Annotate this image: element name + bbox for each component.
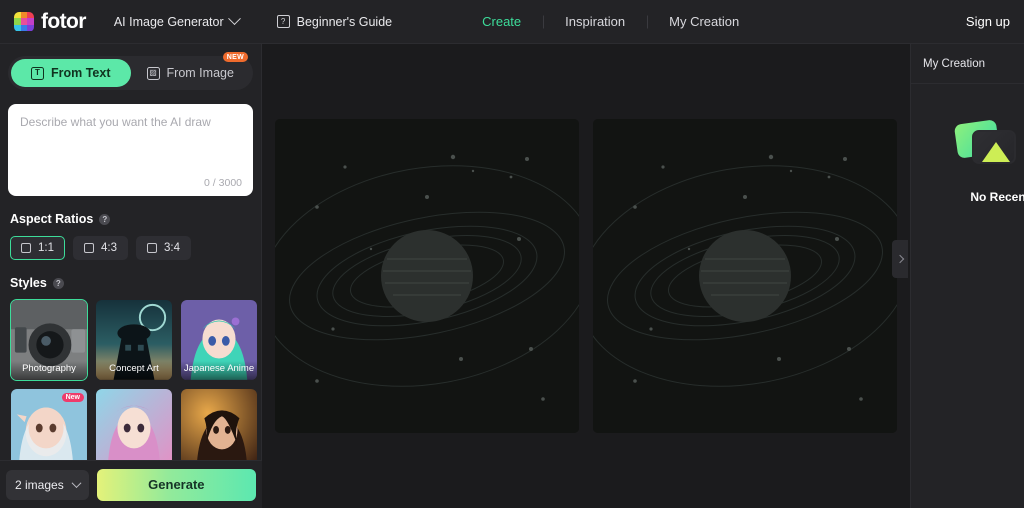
right-panel-empty-state: No Recent <box>911 84 1024 508</box>
aspect-ratio-3-4[interactable]: 3:4 <box>136 236 191 260</box>
new-badge: New <box>61 393 84 402</box>
tab-from-text[interactable]: T From Text <box>11 59 131 87</box>
sign-up-button[interactable]: Sign up <box>966 14 1010 29</box>
new-badge: NEW <box>222 52 248 62</box>
image-icon: ▨ <box>146 66 160 80</box>
tab-from-image-label: From Image <box>166 66 234 80</box>
collapse-panel-button[interactable] <box>892 240 908 278</box>
book-question-icon: ? <box>276 15 290 28</box>
fotor-rainbow-logo-icon <box>14 11 34 32</box>
left-sidebar: T From Text ▨ From Image NEW Describe wh… <box>0 44 262 508</box>
aspect-ratio-4-3-label: 4:3 <box>101 242 117 254</box>
aspect-ratios-heading: Aspect Ratios ? <box>10 212 261 226</box>
planet-with-rings-icon <box>593 119 897 433</box>
stacked-images-icon <box>953 119 1024 176</box>
style-card-row2-1[interactable]: New <box>10 388 88 470</box>
prompt-placeholder: Describe what you want the AI draw <box>20 115 211 129</box>
brand-name: fotor <box>41 10 86 33</box>
tab-from-text-label: From Text <box>51 66 111 80</box>
product-dropdown[interactable]: AI Image Generator <box>113 12 241 29</box>
prompt-char-counter: 0 / 3000 <box>204 177 242 189</box>
preview-placeholder-1[interactable] <box>275 119 579 433</box>
question-icon[interactable]: ? <box>52 277 64 289</box>
aspect-ratio-options: 1:1 4:3 3:4 <box>10 236 261 260</box>
main-nav: Create Inspiration My Creation <box>460 14 761 29</box>
chevron-down-icon <box>71 478 82 489</box>
nav-item-inspiration[interactable]: Inspiration <box>543 14 647 29</box>
nav-item-my-creation[interactable]: My Creation <box>647 14 761 29</box>
style-thumbnail <box>96 389 172 469</box>
question-icon[interactable]: ? <box>99 213 111 225</box>
preview-placeholder-2[interactable] <box>593 119 897 433</box>
chevron-right-icon <box>895 254 905 264</box>
tab-from-image[interactable]: ▨ From Image NEW <box>131 52 251 87</box>
app-root: fotor AI Image Generator ? Beginner's Gu… <box>0 0 1024 508</box>
brand-logo[interactable]: fotor <box>14 11 86 32</box>
aspect-ratio-1-1[interactable]: 1:1 <box>10 236 65 260</box>
beginners-guide-link[interactable]: ? Beginner's Guide <box>276 14 393 29</box>
style-thumbnail <box>181 389 257 469</box>
aspect-ratio-4-3[interactable]: 4:3 <box>73 236 128 260</box>
square-icon <box>147 243 157 253</box>
aspect-ratio-1-1-label: 1:1 <box>38 242 54 254</box>
image-count-dropdown[interactable]: 2 images <box>6 469 89 500</box>
styles-heading: Styles ? <box>10 276 261 290</box>
style-label: Photography <box>11 361 87 380</box>
generate-button[interactable]: Generate <box>96 468 256 501</box>
style-card-row2-3[interactable] <box>180 388 258 470</box>
canvas-area <box>262 44 910 508</box>
aspect-ratio-3-4-label: 3:4 <box>164 242 180 254</box>
right-panel-title: My Creation <box>911 44 1024 84</box>
sidebar-footer: 2 images Generate <box>0 460 262 508</box>
beginners-guide-label: Beginner's Guide <box>296 14 393 29</box>
image-count-label: 2 images <box>15 477 64 492</box>
product-dropdown-label: AI Image Generator <box>113 14 224 29</box>
style-card-photography[interactable]: Photography <box>10 299 88 381</box>
style-label: Japanese Anime <box>181 361 257 380</box>
style-card-japanese-anime[interactable]: Japanese Anime <box>180 299 258 381</box>
top-bar: fotor AI Image Generator ? Beginner's Gu… <box>0 0 1024 44</box>
square-icon <box>84 243 94 253</box>
style-grid: Photography Concept Art Japanese Anime N… <box>10 299 258 470</box>
right-panel: My Creation No Recent <box>910 44 1024 508</box>
square-icon <box>21 243 31 253</box>
aspect-ratios-title: Aspect Ratios <box>10 212 94 226</box>
nav-item-create[interactable]: Create <box>460 14 543 29</box>
style-card-row2-2[interactable] <box>95 388 173 470</box>
planet-with-rings-icon <box>275 119 579 433</box>
chevron-down-icon <box>227 12 241 26</box>
styles-title: Styles <box>10 276 47 290</box>
empty-state-text: No Recent <box>970 190 1024 204</box>
mode-tabs: T From Text ▨ From Image NEW <box>8 52 253 90</box>
style-card-concept-art[interactable]: Concept Art <box>95 299 173 381</box>
text-box-icon: T <box>31 66 44 80</box>
prompt-input[interactable]: Describe what you want the AI draw 0 / 3… <box>8 104 253 196</box>
style-label: Concept Art <box>96 361 172 380</box>
